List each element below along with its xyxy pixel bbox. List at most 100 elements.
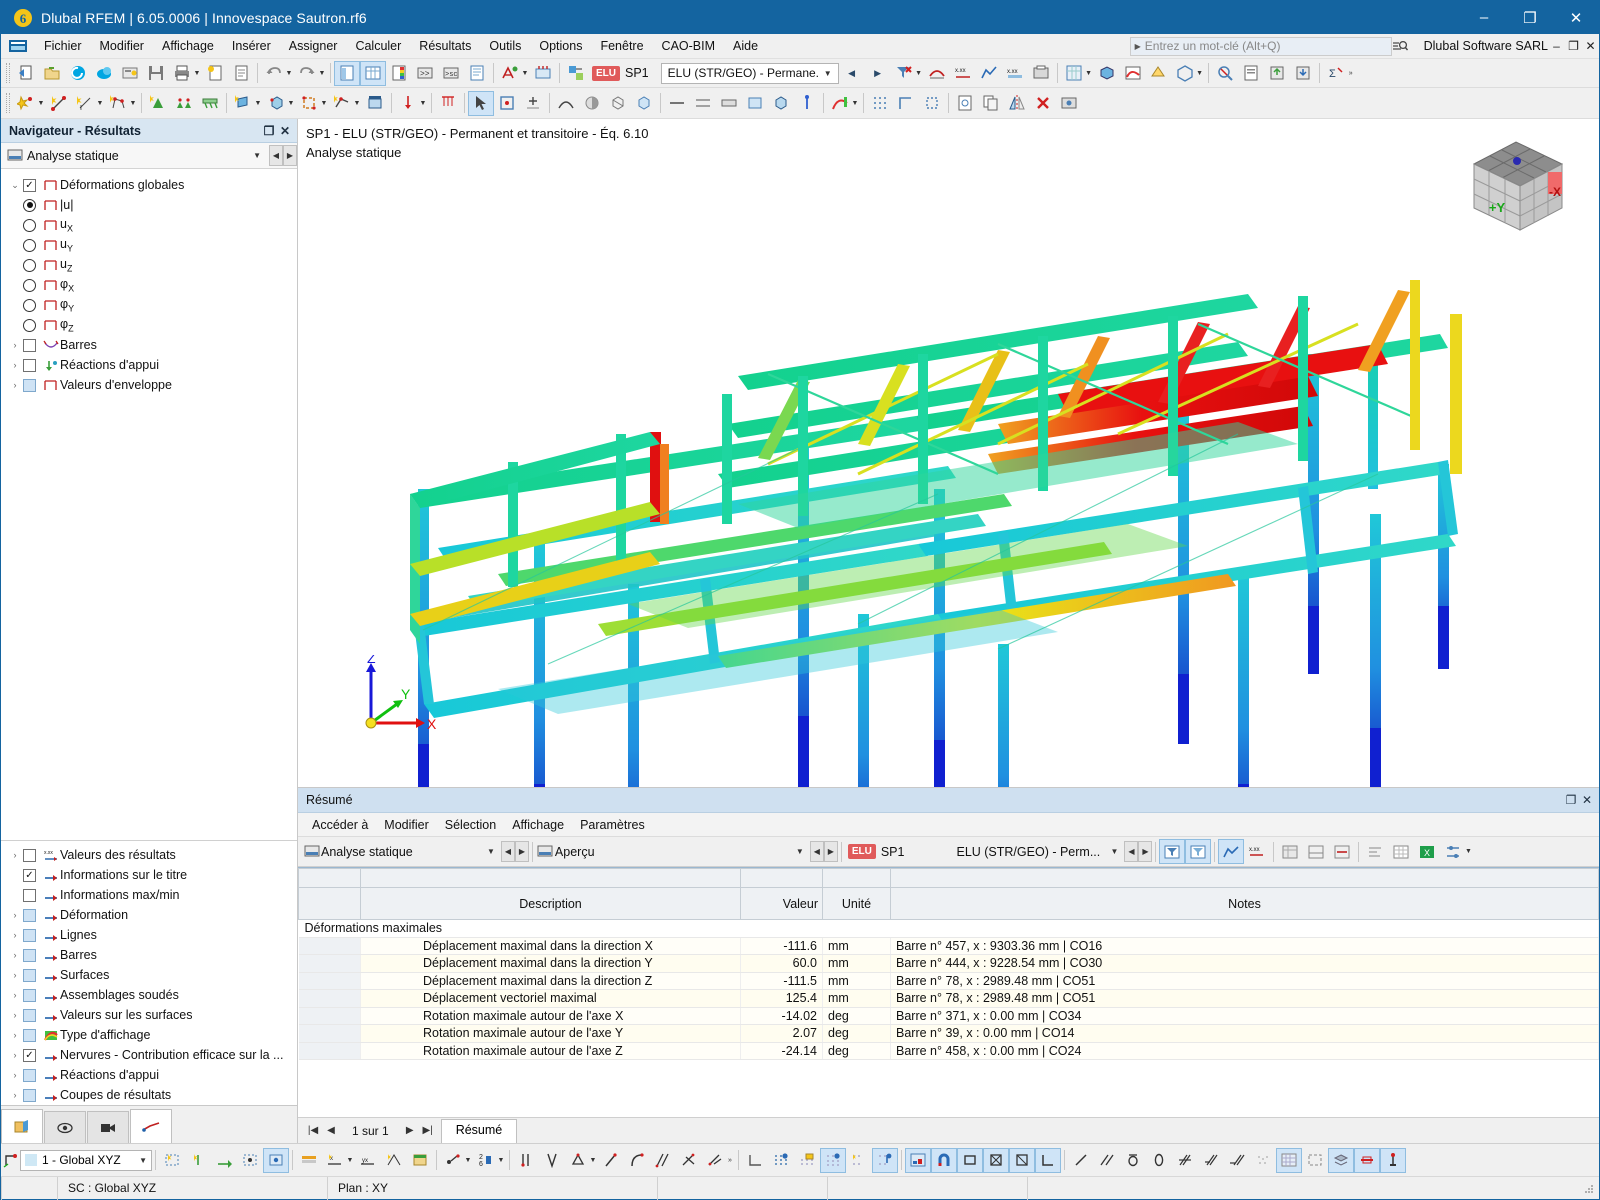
line-draw-icon[interactable]: [1068, 1148, 1094, 1173]
radio[interactable]: [23, 238, 36, 252]
display-grid-model-icon[interactable]: [905, 1147, 931, 1173]
resume-menu-parametres[interactable]: Paramètres: [572, 816, 653, 834]
resume-load-combo-value[interactable]: ELU (STR/GEO) - Perm...: [956, 845, 1104, 859]
menu-fenetre[interactable]: Fenêtre: [591, 36, 652, 56]
checkbox[interactable]: [23, 1028, 36, 1042]
parallel-lines-icon[interactable]: [1094, 1148, 1120, 1173]
print-view-icon[interactable]: [1028, 61, 1054, 86]
menu-cao-bim[interactable]: CAO-BIM: [653, 36, 724, 56]
table-row[interactable]: Rotation maximale autour de l'axe Z -24.…: [298, 1042, 1599, 1060]
load-combo-next-button[interactable]: ▶: [865, 61, 891, 86]
zoom-reset-icon[interactable]: [1212, 61, 1238, 86]
divisions-icon[interactable]: 26: [473, 1148, 499, 1173]
first-page-button[interactable]: |◀: [304, 1125, 322, 1136]
render-solid-icon[interactable]: [1094, 61, 1120, 86]
chevron-right-icon[interactable]: ›: [7, 1010, 23, 1020]
chevron-down-icon[interactable]: ▼: [790, 847, 810, 856]
tab-project-navigator[interactable]: [1, 1109, 43, 1143]
snap-to-node-icon[interactable]: [494, 91, 520, 116]
magnet-snap-icon[interactable]: [931, 1147, 957, 1173]
new-solid-icon[interactable]: [263, 91, 289, 116]
resume-restore-icon[interactable]: ❐: [1563, 793, 1579, 807]
checkbox[interactable]: ✓: [23, 1048, 36, 1062]
new-line-icon[interactable]: [46, 91, 72, 116]
checkbox[interactable]: [23, 908, 36, 922]
tree-item-valeurs-surfaces[interactable]: › Valeurs sur les surfaces: [1, 1005, 297, 1025]
tree-item-assemblages-soudes[interactable]: › Assemblages soudés: [1, 985, 297, 1005]
checkbox[interactable]: ✓: [23, 178, 36, 192]
structural-model-render[interactable]: [298, 144, 1598, 788]
tab-render-navigator[interactable]: [87, 1111, 129, 1143]
tree-item-nervures[interactable]: › ✓ Nervures - Contribution efficace sur…: [1, 1045, 297, 1065]
tree-item-barres[interactable]: › Barres: [1, 335, 297, 355]
toolbar-grip[interactable]: [6, 63, 10, 83]
ellipse-snap-icon[interactable]: [1146, 1148, 1172, 1173]
render-colors-icon[interactable]: [1120, 61, 1146, 86]
resume-load-prev-button[interactable]: ◀: [1124, 841, 1139, 862]
ortho-snap-icon[interactable]: [893, 91, 919, 116]
new-opening-icon[interactable]: [296, 91, 322, 116]
chevron-right-icon[interactable]: ›: [7, 950, 23, 960]
menu-options[interactable]: Options: [530, 36, 591, 56]
resume-close-icon[interactable]: ✕: [1579, 793, 1595, 807]
undo-icon[interactable]: [261, 61, 287, 86]
table-group-row[interactable]: Déformations maximales: [298, 919, 1599, 938]
tree-item-reactions-appui-display[interactable]: › Réactions d'appui: [1, 1065, 297, 1085]
checkbox[interactable]: [23, 338, 36, 352]
extension-snap-icon[interactable]: [1198, 1148, 1224, 1173]
model-info-icon[interactable]: [1380, 1147, 1406, 1173]
arc-snap-icon[interactable]: [624, 1148, 650, 1173]
color-panel-icon[interactable]: [386, 61, 412, 86]
panning-icon[interactable]: [520, 91, 546, 116]
visibility-icon[interactable]: [1354, 1147, 1380, 1173]
doc-close-button[interactable]: ✕: [1582, 39, 1599, 53]
grid-snap-icon[interactable]: [867, 91, 893, 116]
chevron-down-icon[interactable]: ▼: [1104, 847, 1124, 856]
render-transparent-icon[interactable]: [631, 91, 657, 116]
display-loads-icon[interactable]: [794, 91, 820, 116]
resize-grip-icon[interactable]: [1581, 1181, 1595, 1195]
tab-results-navigator[interactable]: [130, 1109, 172, 1143]
new-section-icon[interactable]: [362, 91, 388, 116]
table-row[interactable]: Déplacement vectoriel maximal 125.4 mm B…: [298, 989, 1599, 1008]
tree-item-phiz[interactable]: φZ: [1, 315, 297, 335]
tree-item-uy[interactable]: uY: [1, 235, 297, 255]
point-cloud-snap-icon[interactable]: [1250, 1148, 1276, 1173]
new-line-load-icon[interactable]: [435, 91, 461, 116]
resume-view-next-button[interactable]: ▶: [823, 841, 838, 862]
filter-columns-icon[interactable]: [1185, 839, 1212, 864]
new-line-support-icon[interactable]: [171, 91, 197, 116]
new-node-icon[interactable]: [13, 91, 39, 116]
layers-icon[interactable]: [1328, 1147, 1354, 1173]
tree-item-ux[interactable]: uX: [1, 215, 297, 235]
project-info-icon[interactable]: [117, 61, 143, 86]
resume-analysis-combo-value[interactable]: Analyse statique: [321, 845, 481, 859]
calculate-icon[interactable]: [497, 61, 523, 86]
display-grid-toggle-icon[interactable]: [1276, 1147, 1302, 1173]
menu-assigner[interactable]: Assigner: [280, 36, 347, 56]
doc-minimize-button[interactable]: –: [1548, 39, 1565, 53]
column-header-notes[interactable]: Notes: [890, 887, 1599, 920]
table-view-icon[interactable]: [1277, 839, 1303, 864]
view-cube[interactable]: +Y -X: [1454, 134, 1574, 239]
new-dimension-icon[interactable]: I: [72, 91, 98, 116]
navigator-close-icon[interactable]: ✕: [277, 124, 293, 138]
circle-snap-icon[interactable]: [1120, 1148, 1146, 1173]
new-support-icon[interactable]: [145, 91, 171, 116]
analysis-type-combo[interactable]: Analyse statique ▼ ◀ ▶: [1, 143, 297, 169]
chevron-down-icon[interactable]: ▼: [139, 1156, 151, 1165]
tree-item-uz[interactable]: uZ: [1, 255, 297, 275]
tree-item-surfaces[interactable]: › Surfaces: [1, 965, 297, 985]
resume-view-prev-button[interactable]: ◀: [809, 841, 824, 862]
checkbox[interactable]: [23, 948, 36, 962]
command-line-icon[interactable]: >>: [412, 61, 438, 86]
3d-viewport[interactable]: SP1 - ELU (STR/GEO) - Permanent et trans…: [298, 119, 1599, 788]
grid-snap-toggle-icon[interactable]: [846, 1148, 872, 1173]
grid-visible-icon[interactable]: [820, 1147, 846, 1173]
chevron-right-icon[interactable]: ›: [7, 380, 23, 390]
report-panel-icon[interactable]: [464, 61, 490, 86]
resume-load-next-button[interactable]: ▶: [1138, 841, 1153, 862]
tangent-snap-icon[interactable]: [702, 1148, 728, 1173]
render-shaded-icon[interactable]: [579, 91, 605, 116]
tree-item-informations-titre[interactable]: ✓ Informations sur le titre: [1, 865, 297, 885]
